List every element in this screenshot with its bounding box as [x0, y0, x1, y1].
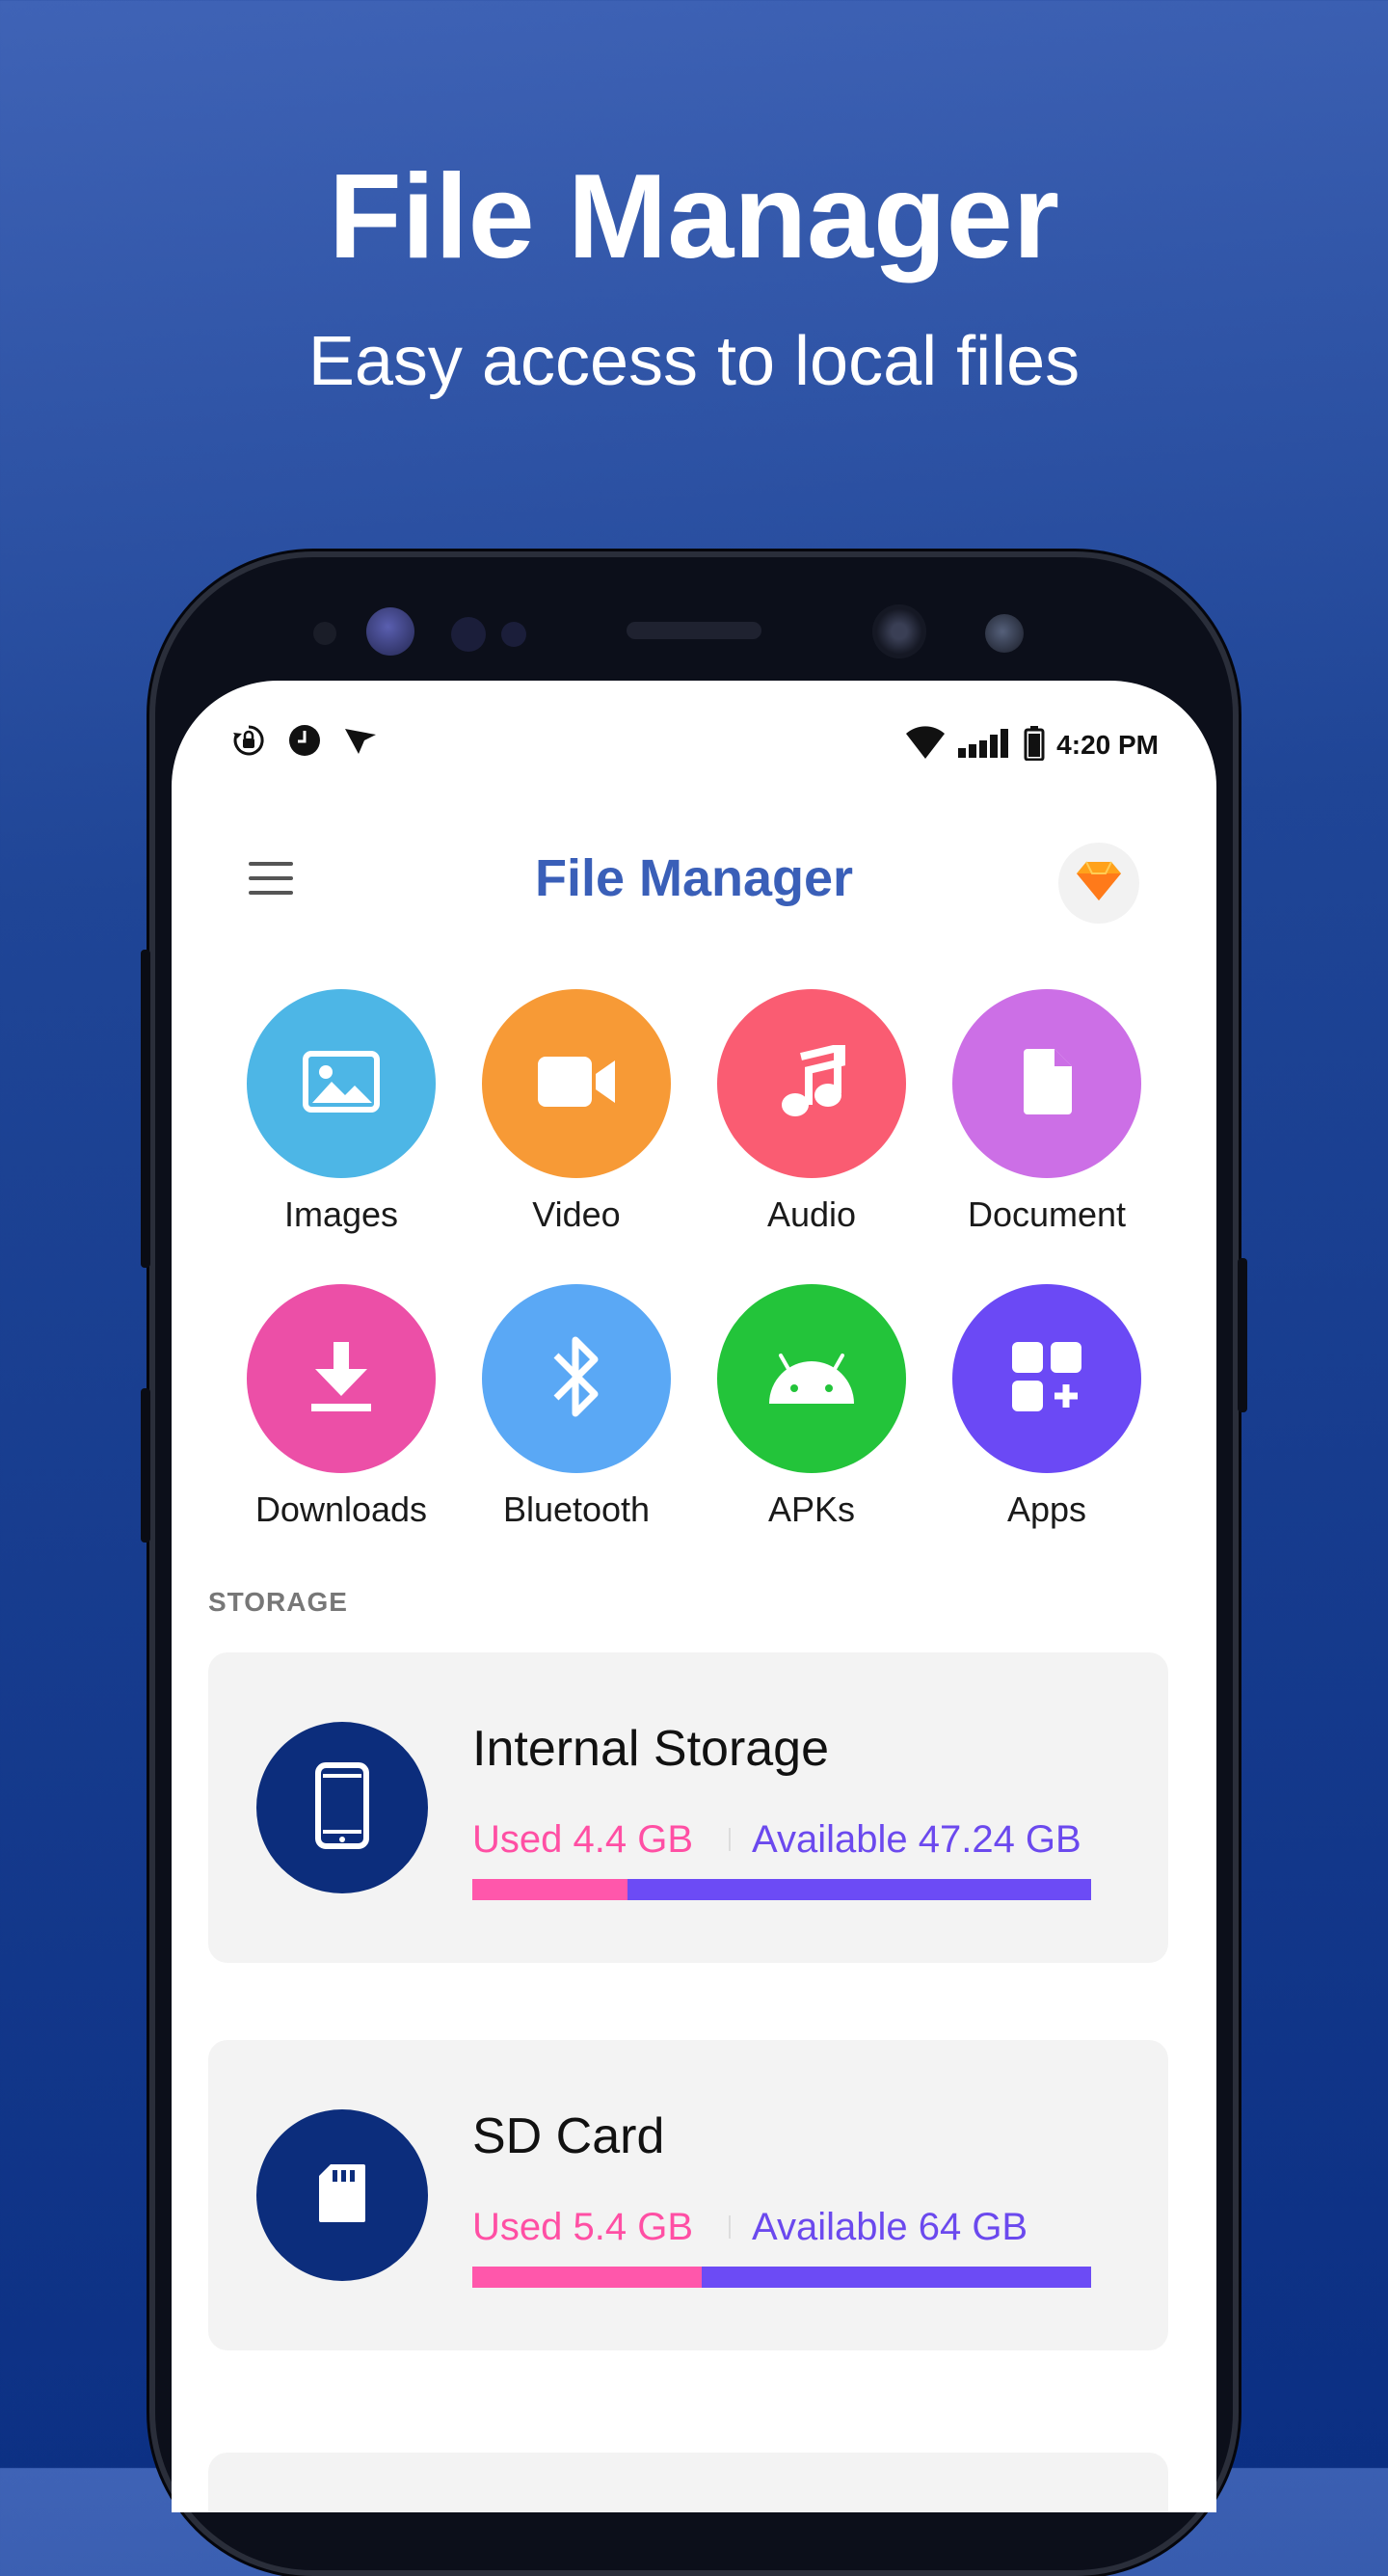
- category-video-circle: [482, 989, 671, 1178]
- storage-available: Available 47.24 GB: [752, 1818, 1081, 1861]
- promo-subtitle: Easy access to local files: [307, 323, 1081, 400]
- category-apps[interactable]: Apps: [929, 1284, 1164, 1531]
- category-apks-circle: [717, 1284, 906, 1473]
- status-left: [229, 721, 380, 765]
- android-icon: [765, 1346, 858, 1412]
- storage-separator: [729, 1828, 731, 1851]
- category-audio-circle: [717, 989, 906, 1178]
- category-images[interactable]: Images: [224, 989, 459, 1236]
- category-apps-circle: [952, 1284, 1141, 1473]
- phone-camera-icon: [872, 604, 926, 658]
- image-icon: [303, 1050, 380, 1117]
- battery-icon: [1024, 725, 1045, 765]
- category-downloads[interactable]: Downloads: [224, 1284, 459, 1531]
- category-document-circle: [952, 989, 1141, 1178]
- app-bar: File Manager: [172, 825, 1216, 931]
- phone-side-button-left-lower: [141, 1388, 150, 1543]
- document-icon: [1020, 1047, 1074, 1121]
- storage-used: Used 4.4 GB: [472, 1818, 694, 1861]
- music-note-icon: [778, 1041, 845, 1123]
- storage-card-sd[interactable]: SD Card Used 5.4 GB Available 64 GB: [208, 2040, 1168, 2350]
- category-label: Video: [532, 1194, 621, 1234]
- category-audio[interactable]: Audio: [694, 989, 929, 1236]
- status-right: 4:20 PM: [904, 721, 1159, 769]
- wifi-icon: [904, 725, 947, 765]
- storage-usage-bar: [472, 2267, 1091, 2288]
- category-bluetooth[interactable]: Bluetooth: [459, 1284, 694, 1531]
- phone-sensor-icon: [501, 622, 526, 647]
- promo-title: File Manager: [329, 150, 1059, 283]
- phone-screen: 4:20 PM File Manager Images Video Audio …: [172, 681, 1216, 2512]
- category-label: Downloads: [254, 1489, 428, 1529]
- storage-name: Internal Storage: [472, 1721, 830, 1777]
- storage-section-label: STORAGE: [208, 1587, 348, 1617]
- navigation-arrow-icon: [341, 721, 380, 765]
- video-camera-icon: [536, 1053, 617, 1115]
- storage-icon-circle: [256, 2109, 428, 2281]
- phone-sensor-icon: [451, 617, 486, 652]
- phone-side-button-right: [1238, 1258, 1247, 1412]
- apps-add-icon: [1010, 1340, 1083, 1418]
- download-icon: [307, 1340, 375, 1418]
- sd-card-icon: [317, 2162, 367, 2229]
- storage-name: SD Card: [472, 2108, 665, 2164]
- storage-used: Used 5.4 GB: [472, 2206, 694, 2248]
- category-label: Images: [283, 1194, 399, 1234]
- storage-card-peek: [208, 2453, 1168, 2512]
- storage-available: Available 64 GB: [752, 2206, 1028, 2248]
- storage-usage-bar-fill: [472, 2267, 702, 2288]
- storage-separator: [729, 2215, 731, 2239]
- status-bar: 4:20 PM: [229, 721, 1159, 769]
- phone-side-button-left-upper: [141, 950, 150, 1268]
- storage-icon-circle: [256, 1722, 428, 1893]
- signal-icon: [958, 728, 1012, 763]
- category-label: APKs: [767, 1489, 856, 1529]
- category-video[interactable]: Video: [459, 989, 694, 1236]
- phone-sensor-icon: [985, 614, 1024, 653]
- premium-button[interactable]: [1058, 843, 1139, 924]
- storage-usage-bar-fill: [472, 1879, 627, 1900]
- category-images-circle: [247, 989, 436, 1178]
- phone-front-camera-icon: [366, 607, 414, 656]
- category-bluetooth-circle: [482, 1284, 671, 1473]
- category-apks[interactable]: APKs: [694, 1284, 929, 1531]
- diamond-icon: [1075, 860, 1123, 907]
- status-time: 4:20 PM: [1056, 730, 1159, 760]
- smartphone-icon: [315, 1761, 369, 1854]
- clock-icon: [285, 721, 324, 765]
- category-label: Apps: [1006, 1489, 1087, 1529]
- phone-speaker: [627, 622, 761, 639]
- phone-sensor-icon: [313, 622, 336, 645]
- category-downloads-circle: [247, 1284, 436, 1473]
- storage-card-internal[interactable]: Internal Storage Used 4.4 GB Available 4…: [208, 1652, 1168, 1963]
- storage-usage-bar: [472, 1879, 1091, 1900]
- bluetooth-icon: [552, 1330, 601, 1428]
- category-document[interactable]: Document: [929, 989, 1164, 1236]
- category-label: Audio: [766, 1194, 857, 1234]
- sync-lock-icon: [229, 721, 268, 765]
- category-label: Bluetooth: [502, 1489, 651, 1529]
- category-label: Document: [967, 1194, 1127, 1234]
